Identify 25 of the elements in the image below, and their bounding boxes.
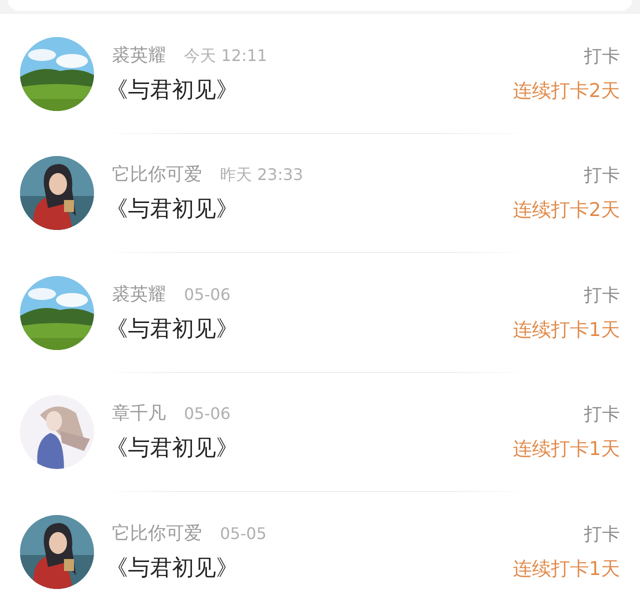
streak-label: 连续打卡1天 — [512, 318, 620, 343]
book-title: 《与君初见》 — [106, 196, 239, 224]
timestamp: 今天 12:11 — [184, 46, 268, 67]
streak-label: 连续打卡1天 — [512, 437, 620, 462]
timestamp: 05-06 — [184, 284, 230, 304]
book-title: 《与君初见》 — [106, 316, 239, 344]
checkin-label: 打卡 — [584, 284, 620, 307]
checkin-label: 打卡 — [584, 522, 620, 546]
timestamp: 昨天 23:33 — [220, 165, 304, 186]
user-name[interactable]: 它比你可爱 — [112, 162, 202, 186]
checkin-label: 打卡 — [584, 164, 620, 188]
timestamp: 05-06 — [184, 404, 230, 424]
user-name[interactable]: 它比你可爱 — [112, 520, 202, 545]
book-title: 《与君初见》 — [106, 554, 239, 583]
user-name[interactable]: 裘英耀 — [112, 42, 166, 67]
checkin-label: 打卡 — [584, 44, 620, 68]
book-title: 《与君初见》 — [106, 435, 239, 464]
book-title: 《与君初见》 — [106, 76, 239, 105]
user-name[interactable]: 裘英耀 — [112, 282, 166, 306]
streak-label: 连续打卡1天 — [512, 556, 620, 582]
user-name[interactable]: 章千凡 — [112, 401, 166, 426]
streak-label: 连续打卡2天 — [512, 78, 620, 104]
checkin-label: 打卡 — [584, 403, 620, 426]
streak-label: 连续打卡2天 — [512, 198, 620, 224]
timestamp: 05-05 — [220, 524, 266, 543]
